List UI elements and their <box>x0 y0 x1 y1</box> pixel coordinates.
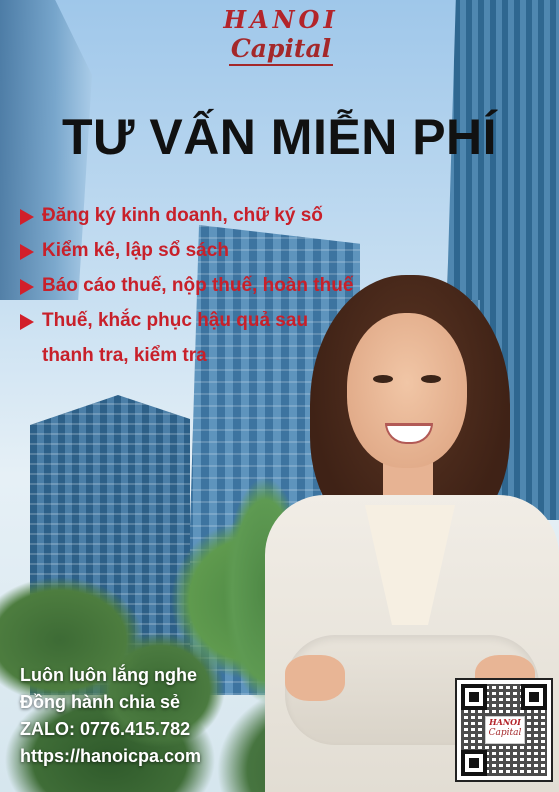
contact-footer: Luôn luôn lắng nghe Đồng hành chia sẻ ZA… <box>20 662 340 770</box>
triangle-right-icon <box>20 279 34 295</box>
service-label: Đăng ký kinh doanh, chữ ký số <box>42 205 323 226</box>
triangle-right-icon <box>20 244 34 260</box>
services-list: Đăng ký kinh doanh, chữ ký số Kiểm kê, l… <box>20 198 420 373</box>
service-label: Báo cáo thuế, nộp thuế, hoàn thuế <box>42 275 354 296</box>
qr-logo-capital: Capital <box>488 728 522 738</box>
triangle-right-icon <box>20 209 34 225</box>
brand-logo: HANOI Capital <box>222 6 340 66</box>
qr-logo-hanoi: HANOI <box>489 717 521 727</box>
service-item: Thuế, khắc phục hậu quả sau <box>20 303 420 338</box>
headline: TƯ VẤN MIỄN PHÍ <box>61 109 498 165</box>
smile <box>385 423 433 444</box>
service-item: Kiểm kê, lập sổ sách <box>20 233 420 268</box>
eye-left <box>373 375 393 383</box>
service-item: Đăng ký kinh doanh, chữ ký số <box>20 198 420 233</box>
qr-finder <box>461 684 487 710</box>
slogan-share: Đồng hành chia sẻ <box>20 692 181 712</box>
qr-code-icon[interactable]: HANOI Capital <box>455 678 553 782</box>
logo-capital: Capital <box>228 34 334 66</box>
qr-finder <box>521 684 547 710</box>
qr-finder <box>461 750 487 776</box>
qr-center-logo: HANOI Capital <box>485 716 525 744</box>
service-item: Báo cáo thuế, nộp thuế, hoàn thuế <box>20 268 420 303</box>
zalo-phone[interactable]: ZALO: 0776.415.782 <box>20 716 340 743</box>
website-link[interactable]: https://hanoicpa.com <box>20 743 340 770</box>
slogan-listen: Luôn luôn lắng nghe <box>20 665 197 685</box>
logo-hanoi: HANOI <box>223 5 339 34</box>
triangle-right-icon <box>20 314 34 330</box>
poster: HANOI Capital TƯ VẤN MIỄN PHÍ Đăng ký ki… <box>0 0 559 792</box>
service-label: Thuế, khắc phục hậu quả sau <box>42 310 309 331</box>
service-continuation: thanh tra, kiểm tra <box>42 345 207 366</box>
service-label: Kiểm kê, lập sổ sách <box>42 240 229 261</box>
eye-right <box>421 375 441 383</box>
